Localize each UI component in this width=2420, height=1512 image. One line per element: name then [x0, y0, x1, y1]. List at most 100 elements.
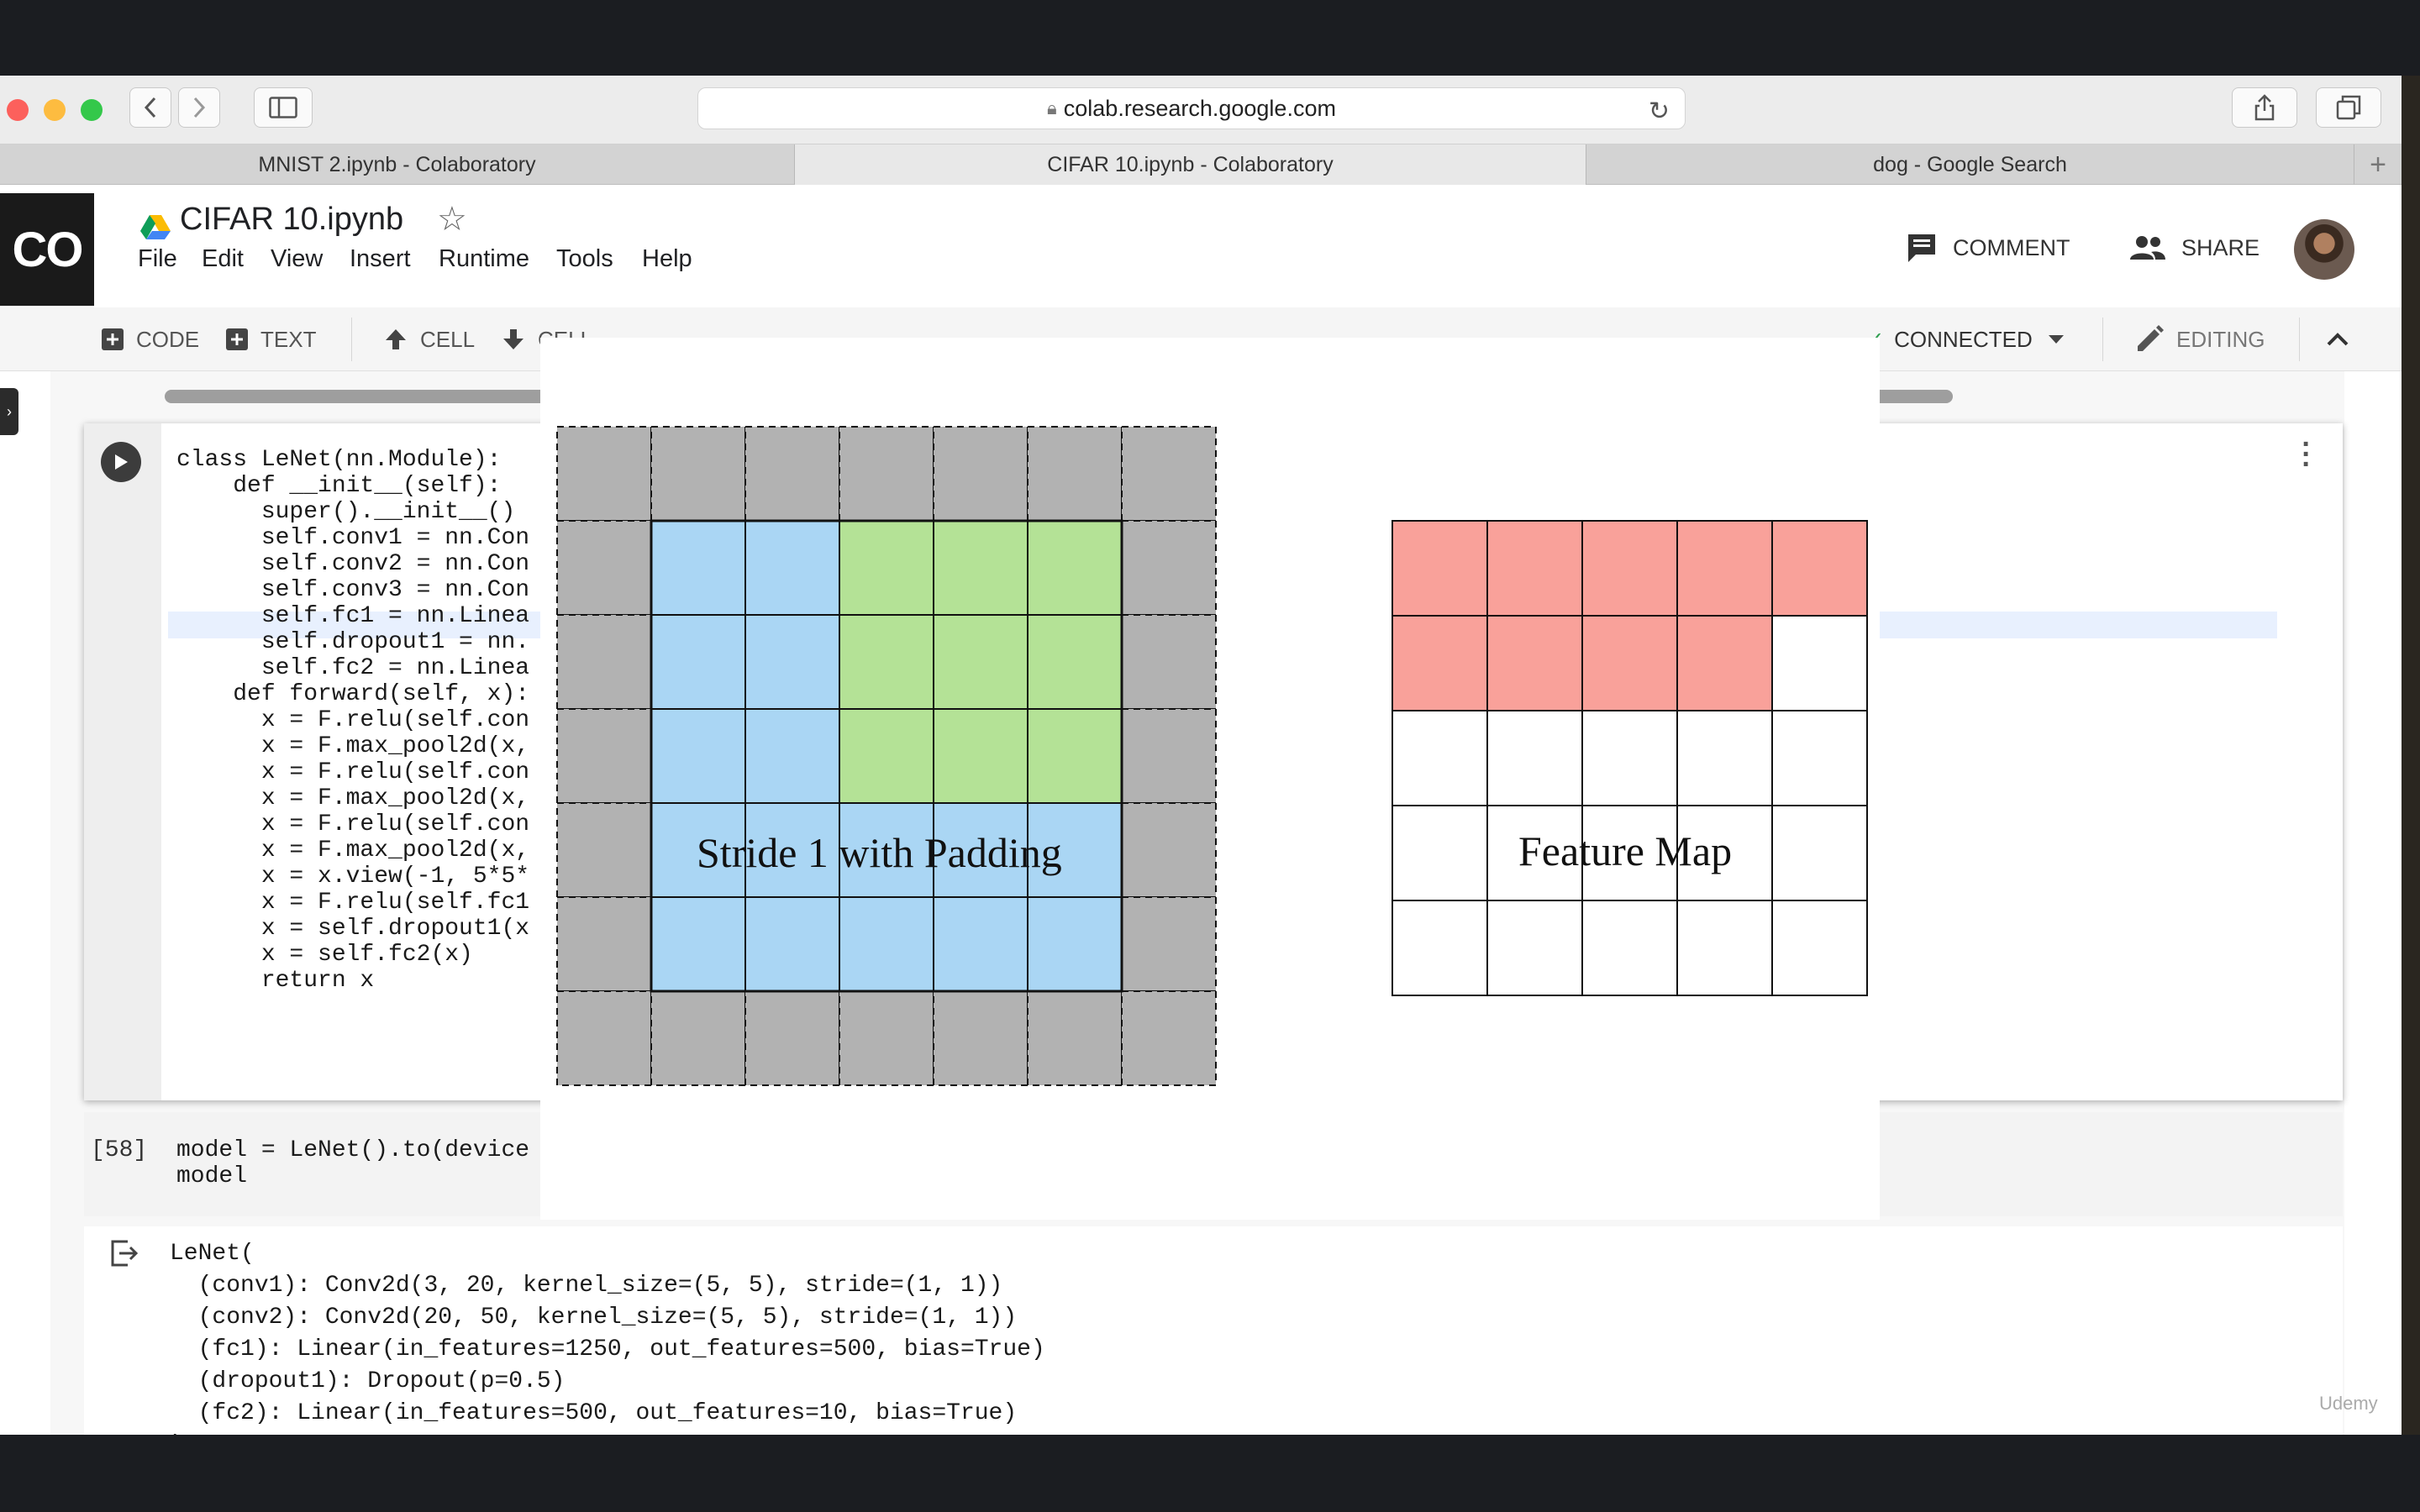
kernel-cell — [839, 614, 934, 710]
code-line: x = F.relu(self.fc1 — [176, 890, 530, 916]
kernel-cell — [839, 520, 934, 616]
padding-cell — [556, 614, 652, 710]
input-cell — [1027, 896, 1123, 992]
padding-cell — [1121, 990, 1217, 1086]
padding-cell — [1027, 990, 1123, 1086]
share-label: SHARE — [2181, 234, 2260, 260]
output-line: (dropout1): Dropout(p=0.5) — [170, 1368, 566, 1394]
forward-button[interactable] — [178, 87, 220, 128]
pencil-icon — [2138, 325, 2164, 351]
padding-cell — [556, 708, 652, 804]
feature-cell-empty — [1771, 710, 1868, 806]
collapse-header-button[interactable] — [2326, 321, 2349, 358]
chevron-right-icon — [193, 97, 206, 118]
menu-help[interactable]: Help — [642, 245, 692, 273]
input-cell — [650, 614, 746, 710]
cell-output: LeNet( (conv1): Conv2d(3, 20, kernel_siz… — [84, 1226, 2343, 1435]
feature-cell-empty — [1676, 900, 1773, 996]
code-line: super().__init__() — [176, 499, 516, 525]
tab-cifar[interactable]: CIFAR 10.ipynb - Colaboratory — [795, 144, 1586, 185]
kernel-cell — [1027, 520, 1123, 616]
padding-cell — [1027, 426, 1123, 522]
feature-cell-empty — [1486, 900, 1583, 996]
star-icon[interactable]: ☆ — [437, 200, 467, 239]
feature-cell-filled — [1392, 520, 1488, 617]
menu-tools[interactable]: Tools — [556, 245, 613, 273]
colab-logo[interactable]: CO — [0, 193, 94, 306]
tabs-overview-button[interactable] — [2316, 87, 2381, 128]
code-editor-2[interactable]: model = LeNet().to(device model — [176, 1137, 529, 1189]
toolbar-divider — [2299, 318, 2300, 361]
add-code-button[interactable]: CODE — [101, 321, 199, 358]
code-label: CODE — [136, 326, 200, 352]
feature-cell-empty — [1676, 710, 1773, 806]
reload-icon[interactable]: ↻ — [1649, 97, 1670, 126]
input-cell — [650, 708, 746, 804]
menu-edit[interactable]: Edit — [202, 245, 244, 273]
menu-insert[interactable]: Insert — [350, 245, 411, 273]
padding-cell — [556, 802, 652, 898]
code-line: x = F.relu(self.con — [176, 707, 530, 733]
comment-button[interactable]: COMMENT — [1906, 227, 2070, 269]
tab-mnist[interactable]: MNIST 2.ipynb - Colaboratory — [0, 144, 795, 185]
feature-cell-empty — [1771, 615, 1868, 711]
address-bar[interactable]: 🔒︎ colab.research.google.com ↻ — [697, 87, 1686, 129]
code-line: model = LeNet().to(device — [176, 1137, 530, 1163]
code-line: self.fc2 = nn.Linea — [176, 655, 530, 681]
share-page-button[interactable] — [2232, 87, 2297, 128]
runtime-status-button[interactable]: ✓ CONNECTED — [1867, 321, 2065, 358]
code-line: x = F.max_pool2d(x, — [176, 837, 530, 864]
code-line: model — [176, 1163, 248, 1189]
udemy-watermark: Udemy — [2319, 1393, 2378, 1414]
zoom-window-button[interactable] — [81, 99, 103, 121]
feature-cell-empty — [1771, 900, 1868, 996]
menu-runtime[interactable]: Runtime — [439, 245, 529, 273]
feature-cell-empty — [1771, 805, 1868, 901]
sidebar-icon — [269, 97, 297, 118]
output-line: (fc2): Linear(in_features=500, out_featu… — [170, 1400, 1018, 1426]
side-panel-toggle[interactable]: › — [0, 388, 18, 435]
add-text-button[interactable]: TEXT — [225, 321, 316, 358]
input-cell — [744, 896, 840, 992]
editing-mode-button[interactable]: EDITING — [2134, 321, 2265, 358]
avatar[interactable] — [2294, 219, 2354, 280]
padding-cell — [556, 426, 652, 522]
cell-more-options-icon[interactable]: · · · — [2298, 430, 2315, 478]
padding-cell — [556, 520, 652, 616]
code-line: x = F.relu(self.con — [176, 759, 530, 785]
arrow-up-icon — [386, 329, 406, 349]
browser-toolbar: 🔒︎ colab.research.google.com ↻ — [0, 76, 2402, 144]
sidebar-button[interactable] — [254, 87, 313, 128]
code-line: self.dropout1 = nn. — [176, 629, 530, 655]
back-button[interactable] — [129, 87, 171, 128]
drive-icon — [139, 213, 171, 244]
code-editor[interactable]: class LeNet(nn.Module): def __init__(sel… — [176, 447, 529, 994]
play-icon — [115, 454, 128, 470]
tab-dog-search[interactable]: dog - Google Search — [1586, 144, 2354, 185]
new-tab-button[interactable]: + — [2354, 144, 2402, 185]
toolbar-divider — [2102, 318, 2103, 361]
kernel-cell — [1027, 614, 1123, 710]
feature-cell-filled — [1676, 615, 1773, 711]
video-letterbox-bottom — [0, 1435, 2420, 1512]
close-window-button[interactable] — [7, 99, 29, 121]
cell-gutter — [84, 423, 161, 1100]
code-line: self.conv3 = nn.Con — [176, 577, 530, 603]
share-button[interactable]: SHARE — [2129, 227, 2260, 269]
menu-view[interactable]: View — [271, 245, 323, 273]
minimize-window-button[interactable] — [44, 99, 66, 121]
plus-box-icon — [226, 328, 248, 350]
code-line: x = self.fc2(x) — [176, 942, 473, 968]
tab-label: CIFAR 10.ipynb - Colaboratory — [1047, 152, 1334, 176]
move-cell-up-button[interactable]: CELL — [383, 321, 475, 358]
menu-file[interactable]: File — [138, 245, 177, 273]
padding-cell — [650, 990, 746, 1086]
padding-cell — [556, 990, 652, 1086]
input-cell — [744, 708, 840, 804]
url-text: colab.research.google.com — [1063, 95, 1336, 121]
output-icon[interactable] — [109, 1238, 139, 1276]
run-cell-button[interactable] — [101, 442, 141, 482]
notebook-title[interactable]: CIFAR 10.ipynb — [180, 202, 403, 238]
caret-down-icon — [2048, 335, 2064, 344]
comment-label: COMMENT — [1953, 234, 2070, 260]
